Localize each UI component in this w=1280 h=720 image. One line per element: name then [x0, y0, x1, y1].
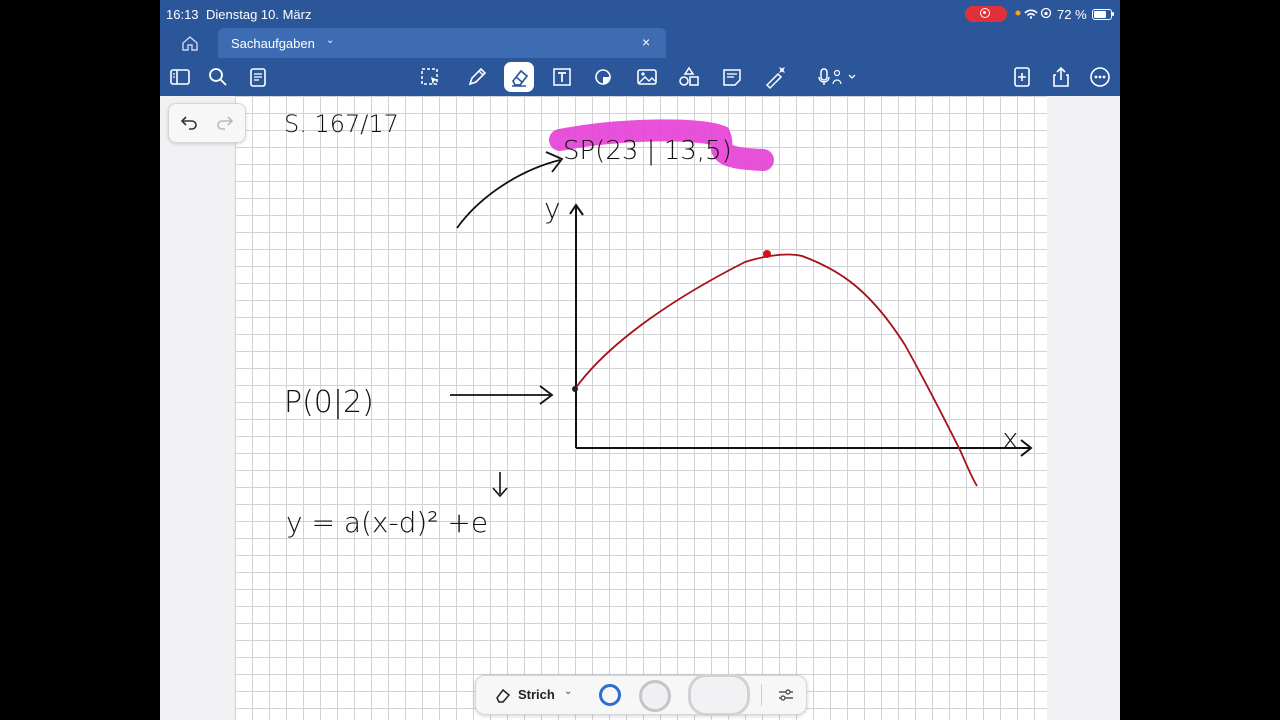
eraser-size-small[interactable] [599, 684, 621, 706]
page-reference: S. 167/17 [284, 110, 399, 138]
handwriting-layer: SP(23 | 13,5) S. 167/17 y x P(0|2) y = a… [284, 110, 1033, 539]
undo-icon[interactable] [179, 112, 199, 132]
eraser-mode-label: Strich [518, 687, 555, 702]
y-axis-label: y [544, 192, 561, 225]
eraser-size-large[interactable] [688, 674, 750, 716]
eraser-options-bar: Strich ⌄ [475, 674, 807, 716]
redo-icon[interactable] [215, 112, 235, 132]
chevron-down-icon: ⌄ [564, 686, 573, 697]
ipad-screen: 16:13 Dienstag 10. März 72 % Sachaufgabe… [160, 0, 1120, 720]
parabola-curve [574, 253, 978, 487]
start-point [572, 386, 578, 392]
divider [761, 684, 762, 706]
arrow-to-point [450, 385, 554, 405]
arrow-to-e [492, 472, 508, 498]
vertex-point [763, 250, 771, 258]
x-axis [576, 439, 1033, 457]
vertex-label: SP(23 | 13,5) [563, 136, 732, 166]
eraser-size-medium[interactable] [639, 680, 671, 712]
sliders-icon[interactable] [776, 685, 796, 705]
eraser-small-icon [496, 688, 511, 703]
x-axis-label: x [1002, 422, 1019, 455]
undo-redo-panel [168, 103, 246, 143]
formula: y = a(x-d)² +e [286, 506, 488, 539]
point-label: P(0|2) [284, 385, 374, 420]
y-axis [569, 203, 584, 448]
